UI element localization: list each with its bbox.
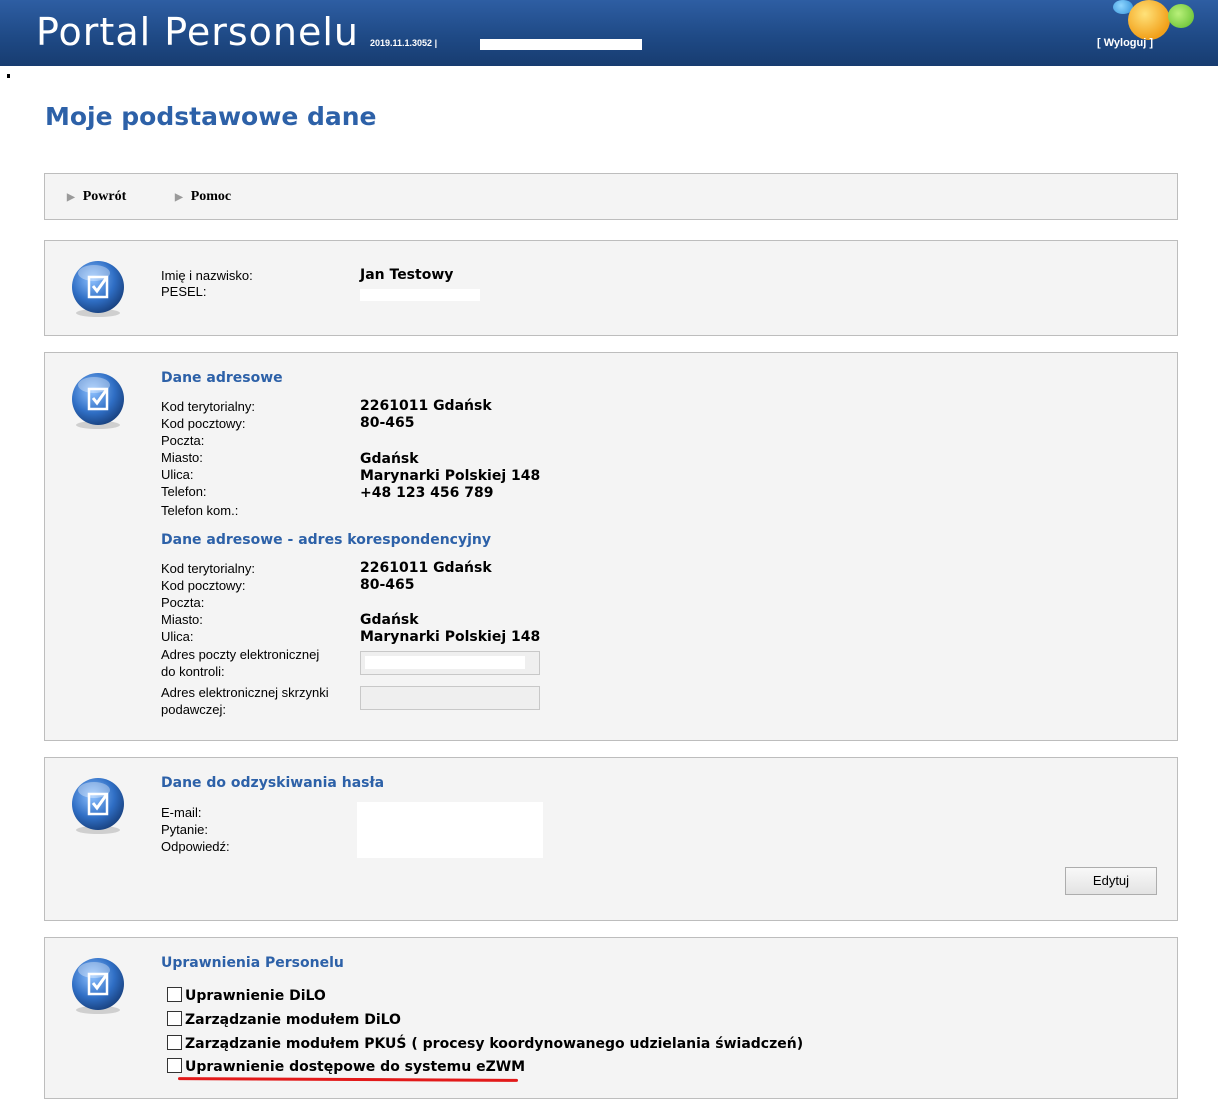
logo-bubble-icon bbox=[1128, 0, 1170, 40]
address-label: Telefon kom.: bbox=[161, 503, 239, 518]
address-label: Kod terytorialny: bbox=[161, 399, 255, 414]
corr-value: 2261011 Gdańsk bbox=[360, 560, 492, 576]
edit-button[interactable]: Edytuj bbox=[1065, 867, 1157, 895]
address-section-title: Dane adresowe bbox=[161, 370, 283, 386]
address-value: +48 123 456 789 bbox=[360, 485, 494, 501]
address-label: Kod pocztowy: bbox=[161, 416, 246, 431]
help-label: Pomoc bbox=[190, 189, 232, 204]
epuap-field[interactable] bbox=[360, 686, 540, 710]
triangle-right-icon: ▶ bbox=[175, 192, 183, 203]
page-title: Moje podstawowe dane bbox=[45, 102, 377, 131]
permission-checkbox[interactable] bbox=[167, 1035, 182, 1050]
address-value: 2261011 Gdańsk bbox=[360, 398, 492, 414]
permissions-panel: Uprawnienia Personelu Uprawnienie DiLO Z… bbox=[44, 937, 1178, 1099]
triangle-right-icon: ▶ bbox=[67, 192, 75, 203]
corr-label: Miasto: bbox=[161, 612, 203, 627]
address-value: 80-465 bbox=[360, 415, 415, 431]
document-check-icon bbox=[67, 369, 129, 431]
app-title: Portal Personelu bbox=[36, 10, 359, 54]
help-link[interactable]: ▶ Pomoc bbox=[175, 189, 231, 205]
permission-row: Uprawnienie DiLO bbox=[167, 987, 326, 1004]
address-panel: Dane adresowe Kod terytorialny: 2261011 … bbox=[44, 352, 1178, 741]
permission-row: Zarządzanie modułem PKUŚ ( procesy koord… bbox=[167, 1035, 803, 1052]
recovery-question-label: Pytanie: bbox=[161, 822, 208, 837]
document-check-icon bbox=[67, 257, 129, 319]
nav-bar: ▶ Powrót ▶ Pomoc bbox=[44, 173, 1178, 220]
name-value: Jan Testowy bbox=[360, 267, 454, 283]
corr-label: Ulica: bbox=[161, 629, 194, 644]
personal-panel: Imię i nazwisko: Jan Testowy PESEL: bbox=[44, 240, 1178, 336]
stray-mark bbox=[7, 74, 10, 78]
permissions-section-title: Uprawnienia Personelu bbox=[161, 955, 344, 971]
redacted-user bbox=[480, 39, 642, 50]
name-label: Imię i nazwisko: bbox=[161, 268, 253, 283]
permission-row: Zarządzanie modułem DiLO bbox=[167, 1011, 401, 1028]
corr-value: 80-465 bbox=[360, 577, 415, 593]
email-control-label-2: do kontroli: bbox=[161, 664, 225, 679]
back-label: Powrót bbox=[82, 189, 127, 204]
address-value: Gdańsk bbox=[360, 451, 419, 467]
corr-value: Gdańsk bbox=[360, 612, 419, 628]
address-label: Miasto: bbox=[161, 450, 203, 465]
epuap-label: Adres elektronicznej skrzynki bbox=[161, 685, 329, 700]
logo-bubble-icon bbox=[1168, 4, 1194, 28]
corr-value: Marynarki Polskiej 148 bbox=[360, 629, 541, 645]
epuap-label-2: podawczej: bbox=[161, 702, 227, 717]
recovery-panel: Dane do odzyskiwania hasła E-mail: Pytan… bbox=[44, 757, 1178, 921]
permission-label: Zarządzanie modułem DiLO bbox=[185, 1012, 401, 1028]
permission-checkbox[interactable] bbox=[167, 1058, 182, 1073]
corr-label: Poczta: bbox=[161, 595, 205, 610]
permission-label: Zarządzanie modułem PKUŚ ( procesy koord… bbox=[185, 1036, 804, 1052]
permission-label: Uprawnienie DiLO bbox=[185, 988, 326, 1004]
permission-label: Uprawnienie dostępowe do systemu eZWM bbox=[185, 1059, 526, 1075]
redacted-email bbox=[365, 656, 525, 669]
document-check-icon bbox=[67, 954, 129, 1016]
permission-checkbox[interactable] bbox=[167, 987, 182, 1002]
logout-link[interactable]: [ Wyloguj ] bbox=[1097, 37, 1153, 49]
address-label: Poczta: bbox=[161, 433, 205, 448]
redacted-recovery-data bbox=[357, 802, 543, 858]
app-header: Portal Personelu 2019.11.1.3052 | [ Wylo… bbox=[0, 0, 1218, 66]
corr-label: Kod pocztowy: bbox=[161, 578, 246, 593]
pesel-label: PESEL: bbox=[161, 284, 207, 299]
address-value: Marynarki Polskiej 148 bbox=[360, 468, 541, 484]
back-link[interactable]: ▶ Powrót bbox=[67, 189, 126, 205]
recovery-email-label: E-mail: bbox=[161, 805, 202, 820]
document-check-icon bbox=[67, 774, 129, 836]
redacted-pesel bbox=[360, 289, 480, 301]
permission-checkbox[interactable] bbox=[167, 1011, 182, 1026]
corr-label: Kod terytorialny: bbox=[161, 561, 255, 576]
email-control-field[interactable] bbox=[360, 651, 540, 675]
email-control-label: Adres poczty elektronicznej bbox=[161, 647, 320, 662]
app-version: 2019.11.1.3052 | bbox=[370, 38, 438, 48]
recovery-section-title: Dane do odzyskiwania hasła bbox=[161, 775, 385, 791]
recovery-answer-label: Odpowiedź: bbox=[161, 839, 230, 854]
permission-row: Uprawnienie dostępowe do systemu eZWM bbox=[167, 1058, 525, 1075]
address-label: Ulica: bbox=[161, 467, 194, 482]
corr-address-section-title: Dane adresowe - adres korespondencyjny bbox=[161, 532, 491, 548]
address-label: Telefon: bbox=[161, 484, 207, 499]
